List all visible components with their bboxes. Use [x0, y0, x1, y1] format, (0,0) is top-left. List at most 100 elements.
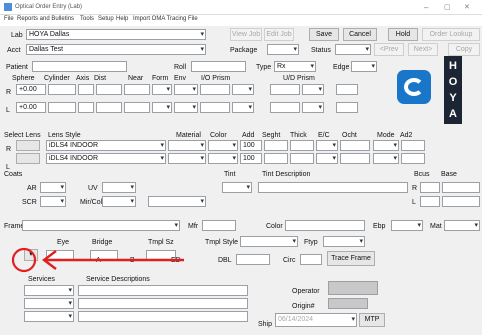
trace-frame-button[interactable]: Trace Frame [327, 251, 375, 266]
l-io-dir-select[interactable] [232, 102, 254, 113]
l-select-lens-button[interactable] [16, 153, 40, 164]
edit-job-button[interactable]: Edit Job [264, 28, 294, 41]
r-select-lens-button[interactable] [16, 140, 40, 151]
service-1-select[interactable] [24, 285, 74, 296]
l-cylinder-field[interactable] [48, 102, 76, 113]
l-lens-style-select[interactable]: iDLS4 INDOOR [46, 153, 166, 164]
r-lens-style-select[interactable]: iDLS4 INDOOR [46, 140, 166, 151]
order-lookup-button[interactable]: Order Lookup [422, 28, 480, 41]
ebp-select[interactable] [391, 220, 423, 231]
minimize-icon[interactable]: – [424, 3, 428, 12]
r-extra-field[interactable] [336, 84, 358, 95]
l-material-select[interactable] [168, 153, 206, 164]
r-base-field[interactable] [442, 182, 480, 193]
r-mode-select[interactable] [373, 140, 399, 151]
l-form-select[interactable] [152, 102, 172, 113]
prev-button[interactable]: <Prev [374, 43, 404, 56]
menu-import-oma[interactable]: Import OMA Tracing File [133, 16, 198, 22]
l-mode-select[interactable] [373, 153, 399, 164]
cancel-button[interactable]: Cancel [343, 28, 377, 41]
l-axis-field[interactable] [78, 102, 94, 113]
r-axis-field[interactable] [78, 84, 94, 95]
edge-select[interactable] [351, 61, 377, 72]
r-ocht-field[interactable] [340, 140, 370, 151]
uv-select[interactable] [102, 182, 136, 193]
l-add-field[interactable]: 100 [240, 153, 262, 164]
ftyp-select[interactable] [323, 236, 365, 247]
view-job-button[interactable]: View Job [230, 28, 262, 41]
l-seght-field[interactable] [264, 153, 288, 164]
l-sphere-field[interactable]: +0.00 [16, 102, 46, 113]
menu-tools[interactable]: Tools [80, 16, 94, 22]
patient-field[interactable] [32, 61, 127, 72]
l-io-prism-field[interactable] [200, 102, 230, 113]
l-ad2-field[interactable] [401, 153, 425, 164]
ar-select[interactable] [40, 182, 66, 193]
lab-select[interactable]: HOYA Dallas [26, 29, 206, 40]
circ-field[interactable] [300, 254, 322, 265]
r-dist-field[interactable] [96, 84, 122, 95]
l-thick-field[interactable] [290, 153, 314, 164]
r-cylinder-field[interactable] [48, 84, 76, 95]
coat-extra-select[interactable] [148, 196, 206, 207]
operator-select[interactable] [328, 281, 378, 295]
l-ud-dir-select[interactable] [302, 102, 324, 113]
next-button[interactable]: Next> [408, 43, 438, 56]
type-select[interactable]: Rx [274, 61, 316, 72]
r-env-select[interactable] [174, 84, 198, 95]
r-thick-field[interactable] [290, 140, 314, 151]
ship-date-picker[interactable]: 06/14/2024 [275, 313, 357, 327]
copy-button[interactable]: Copy [448, 43, 480, 56]
r-near-field[interactable] [124, 84, 150, 95]
origin-field[interactable] [328, 298, 368, 309]
r-seght-field[interactable] [264, 140, 288, 151]
r-ud-dir-select[interactable] [302, 84, 324, 95]
tint-desc-field[interactable] [258, 182, 408, 193]
r-ec-select[interactable] [316, 140, 338, 151]
save-button[interactable]: Save [309, 28, 339, 41]
l-bcus-field[interactable] [420, 196, 440, 207]
mfr-field[interactable] [202, 220, 236, 231]
mat-select[interactable] [444, 220, 480, 231]
r-io-dir-select[interactable] [232, 84, 254, 95]
menu-help[interactable]: Help [116, 16, 128, 22]
service-1-desc[interactable] [78, 285, 248, 296]
mtp-button[interactable]: MTP [359, 313, 385, 327]
close-icon[interactable]: ✕ [464, 3, 470, 12]
l-ud-prism-field[interactable] [270, 102, 300, 113]
service-2-desc[interactable] [78, 298, 248, 309]
r-bcus-field[interactable] [420, 182, 440, 193]
hold-button[interactable]: Hold [388, 28, 418, 41]
tint-select[interactable] [222, 182, 252, 193]
r-add-field[interactable]: 100 [240, 140, 262, 151]
r-form-select[interactable] [152, 84, 172, 95]
l-extra-field[interactable] [336, 102, 358, 113]
r-io-prism-field[interactable] [200, 84, 230, 95]
dbl-field[interactable] [236, 254, 270, 265]
menu-setup[interactable]: Setup [98, 16, 114, 22]
r-ad2-field[interactable] [401, 140, 425, 151]
l-near-field[interactable] [124, 102, 150, 113]
service-2-select[interactable] [24, 298, 74, 309]
r-material-select[interactable] [168, 140, 206, 151]
tmpl-style-select[interactable] [240, 236, 298, 247]
mir-col-select[interactable] [102, 196, 136, 207]
scr-select[interactable] [40, 196, 66, 207]
maximize-icon[interactable]: ▢ [444, 3, 451, 12]
l-base-field[interactable] [442, 196, 480, 207]
l-ec-select[interactable] [316, 153, 338, 164]
r-sphere-field[interactable]: +0.00 [16, 84, 46, 95]
package-select[interactable] [267, 44, 299, 55]
r-color-select[interactable] [208, 140, 238, 151]
menu-file[interactable]: File [4, 16, 14, 22]
l-ocht-field[interactable] [340, 153, 370, 164]
roll-field[interactable] [191, 61, 246, 72]
l-color-select[interactable] [208, 153, 238, 164]
service-3-select[interactable] [24, 311, 74, 322]
r-ud-prism-field[interactable] [270, 84, 300, 95]
l-env-select[interactable] [174, 102, 198, 113]
l-dist-field[interactable] [96, 102, 122, 113]
frame-color-field[interactable] [285, 220, 365, 231]
status-select[interactable] [335, 44, 371, 55]
acct-select[interactable]: Dallas Test [26, 44, 206, 55]
